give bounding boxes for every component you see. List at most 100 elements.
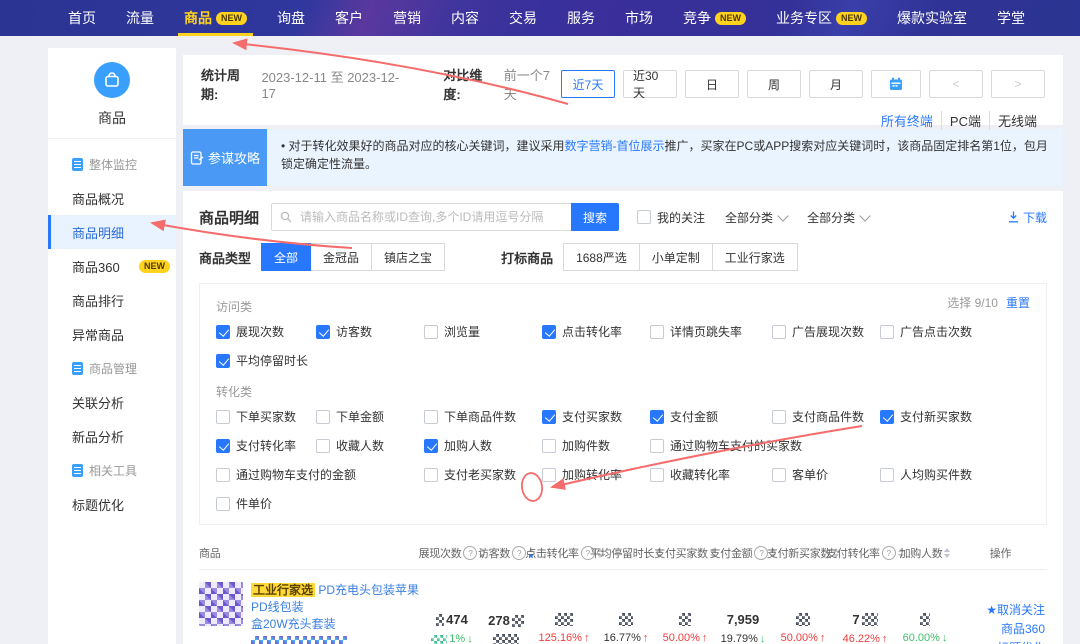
type-store-treasure-button[interactable]: 镇店之宝 <box>371 243 445 271</box>
filter-checkbox[interactable]: 收藏人数 <box>316 437 420 454</box>
range-7d-button[interactable]: 近7天 <box>561 70 615 98</box>
help-icon[interactable]: ? <box>882 546 896 560</box>
nav-marketing[interactable]: 营销 <box>393 0 421 36</box>
nav-hot-lab[interactable]: 爆款实验室 <box>897 0 967 36</box>
next-period-button[interactable]: > <box>991 70 1045 98</box>
range-day-button[interactable]: 日 <box>685 70 739 98</box>
nav-traffic[interactable]: 流量 <box>126 0 154 36</box>
filter-checkbox[interactable]: 支付买家数 <box>542 408 646 425</box>
download-link[interactable]: 下载 <box>1008 209 1047 226</box>
filter-checkbox[interactable]: 平均停留时长 <box>216 352 312 369</box>
sidebar-item-product-manage[interactable]: 商品管理 <box>48 351 176 385</box>
search-input[interactable] <box>298 209 563 225</box>
type-all-button[interactable]: 全部 <box>261 243 311 271</box>
col-impressions[interactable]: 展现次数? <box>424 545 480 561</box>
product-thumbnail[interactable] <box>199 582 243 626</box>
nav-home[interactable]: 首页 <box>68 0 96 36</box>
nav-competition[interactable]: 竞争NEW <box>683 0 746 36</box>
filter-checkbox[interactable]: 广告展现次数 <box>772 323 876 340</box>
sort-control[interactable] <box>944 548 950 558</box>
filter-checkbox[interactable]: 点击转化率 <box>542 323 646 340</box>
terminal-pc[interactable]: PC端 <box>941 111 989 130</box>
col-pay-rate[interactable]: 支付转化率? <box>834 545 896 561</box>
sidebar-item-abnormal-products[interactable]: 异常商品 <box>48 317 176 351</box>
filter-checkbox[interactable]: 支付转化率 <box>216 437 312 454</box>
col-avg-stay[interactable]: 平均停留时长 <box>596 545 656 561</box>
reset-button[interactable]: 重置 <box>1006 294 1030 311</box>
nav-trade[interactable]: 交易 <box>509 0 537 36</box>
table-header: 商品 展现次数? 访客数? 点击转化率? 平均停留时长 支付买家数 支付金额? … <box>199 537 1047 570</box>
help-icon[interactable]: ? <box>512 546 526 560</box>
sidebar-item-related-tools[interactable]: 相关工具 <box>48 453 176 487</box>
sidebar-item-product-rank[interactable]: 商品排行 <box>48 283 176 317</box>
product-title-line2[interactable]: 盒20W充头套装 <box>251 616 424 644</box>
filter-checkbox[interactable]: 支付金额 <box>650 408 768 425</box>
filter-checkbox[interactable]: 下单买家数 <box>216 408 312 425</box>
help-icon[interactable]: ? <box>463 546 477 560</box>
category-dropdown-2[interactable]: 全部分类 <box>807 209 869 226</box>
unfollow-link[interactable]: ★取消关注 <box>986 601 1045 618</box>
range-month-button[interactable]: 月 <box>809 70 863 98</box>
filter-checkbox[interactable]: 通过购物车支付的金额 <box>216 466 420 483</box>
range-week-button[interactable]: 周 <box>747 70 801 98</box>
digital-marketing-link[interactable]: 数字营销-首位展示 <box>565 139 665 153</box>
filter-checkbox[interactable]: 下单商品件数 <box>424 408 538 425</box>
filter-checkbox[interactable]: 支付老买家数 <box>424 466 538 483</box>
tag-small-order-button[interactable]: 小单定制 <box>639 243 713 271</box>
filter-checkbox[interactable]: 广告点击次数 <box>880 323 1030 340</box>
product-title[interactable]: 工业行家选 PD充电头包装苹果PD线包装 <box>251 582 424 616</box>
col-pay-amount[interactable]: 支付金额? <box>714 545 772 561</box>
nav-market[interactable]: 市场 <box>625 0 653 36</box>
industry-expert-tag: 工业行家选 <box>251 583 315 597</box>
filter-checkbox[interactable]: 件单价 <box>216 495 312 512</box>
tag-1688-button[interactable]: 1688严选 <box>563 243 640 271</box>
filter-checkbox[interactable]: 支付新买家数 <box>880 408 1030 425</box>
filter-checkbox[interactable]: 浏览量 <box>424 323 538 340</box>
filter-checkbox[interactable]: 展现次数 <box>216 323 312 340</box>
range-30d-button[interactable]: 近30天 <box>623 70 677 98</box>
terminal-all[interactable]: 所有终端 <box>873 111 941 130</box>
filter-checkbox[interactable]: 客单价 <box>772 466 876 483</box>
nav-customers[interactable]: 客户 <box>335 0 363 36</box>
terminal-wireless[interactable]: 无线端 <box>989 111 1045 130</box>
col-visitors[interactable]: 访客数? <box>480 545 532 561</box>
nav-service[interactable]: 服务 <box>567 0 595 36</box>
nav-inquiry[interactable]: 询盘 <box>277 0 305 36</box>
tag-industry-expert-button[interactable]: 工业行家选 <box>712 243 798 271</box>
col-pay-buyers[interactable]: 支付买家数 <box>656 545 714 561</box>
nav-business-zone[interactable]: 业务专区NEW <box>776 0 867 36</box>
sidebar-item-product-detail[interactable]: 商品明细 <box>48 215 176 249</box>
col-cart-adds[interactable]: 加购人数 <box>896 545 954 561</box>
metric-change: 60.00%↓ <box>896 632 954 644</box>
sidebar-item-overall-monitor[interactable]: 整体监控 <box>48 147 176 181</box>
filter-checkbox[interactable]: 通过购物车支付的买家数 <box>650 437 1030 454</box>
sidebar-item-title-optimize[interactable]: 标题优化 <box>48 487 176 521</box>
col-click-rate[interactable]: 点击转化率? <box>532 545 596 561</box>
sidebar-item-product-overview[interactable]: 商品概况 <box>48 181 176 215</box>
metric-change: 16.77%↑ <box>596 632 656 644</box>
product-360-link[interactable]: 商品360 <box>1001 620 1045 637</box>
prev-period-button[interactable]: < <box>929 70 983 98</box>
type-gold-button[interactable]: 金冠品 <box>310 243 372 271</box>
filter-checkbox[interactable]: 加购人数 <box>424 437 538 454</box>
col-new-buyers[interactable]: 支付新买家数 <box>772 545 834 561</box>
filter-checkbox[interactable]: 支付商品件数 <box>772 408 876 425</box>
sidebar-item-relation-analysis[interactable]: 关联分析 <box>48 385 176 419</box>
filter-checkbox[interactable]: 详情页跳失率 <box>650 323 768 340</box>
filter-checkbox[interactable]: 加购件数 <box>542 437 646 454</box>
filter-checkbox[interactable]: 访客数 <box>316 323 420 340</box>
nav-content[interactable]: 内容 <box>451 0 479 36</box>
filter-checkbox[interactable]: 下单金额 <box>316 408 420 425</box>
search-button[interactable]: 搜索 <box>571 203 619 231</box>
filter-checkbox[interactable]: 收藏转化率 <box>650 466 768 483</box>
nav-academy[interactable]: 学堂 <box>997 0 1025 36</box>
filter-checkbox[interactable]: 人均购买件数 <box>880 466 1030 483</box>
category-dropdown-1[interactable]: 全部分类 <box>725 209 787 226</box>
title-optimize-link[interactable]: 标题优化 <box>997 639 1045 644</box>
filter-checkbox[interactable]: 加购转化率 <box>542 466 646 483</box>
sidebar-item-new-product-analysis[interactable]: 新品分析 <box>48 419 176 453</box>
my-follow-checkbox[interactable]: 我的关注 <box>637 209 705 226</box>
calendar-button[interactable] <box>871 70 921 98</box>
sidebar-item-product-360[interactable]: 商品360NEW <box>48 249 176 283</box>
nav-products[interactable]: 商品NEW <box>184 0 247 36</box>
